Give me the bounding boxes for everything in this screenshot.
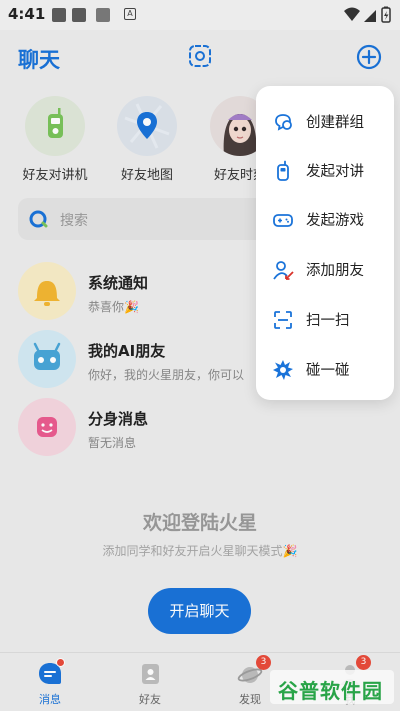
burst-icon [273,360,293,380]
menu-item-label: 扫一扫 [306,313,350,329]
notification-icon [96,8,110,22]
add-person-icon [273,261,294,280]
menu-item-label: 发起游戏 [306,213,364,229]
status-time: 4:41 [8,5,46,23]
menu-item-scan[interactable]: 扫一扫 [256,296,394,344]
menu-item-label: 添加朋友 [306,263,364,279]
menu-item-label: 创建群组 [306,115,364,131]
menu-item-add-friend[interactable]: 添加朋友 [256,246,394,294]
chat-bubbles-icon [275,114,292,131]
keyboard-indicator-icon: A [124,8,136,20]
wifi-battery-icon [344,6,391,23]
notification-icon [52,8,66,22]
status-bar: 4:41 A [0,0,400,30]
menu-item-bump[interactable]: 碰一碰 [256,346,394,394]
notification-icon [72,8,86,22]
menu-item-start-game[interactable]: 发起游戏 [256,196,394,244]
menu-item-create-group[interactable]: 创建群组 [256,98,394,146]
walkie-talkie-icon [277,160,289,181]
gamepad-icon [273,214,293,227]
add-popup-menu: 创建群组 发起对讲 发起游戏 添加朋友 扫一扫 碰一碰 [256,86,394,400]
menu-item-start-talk[interactable]: 发起对讲 [256,147,394,195]
menu-item-label: 发起对讲 [306,164,364,180]
scan-icon [274,311,292,329]
menu-item-label: 碰一碰 [306,363,350,379]
